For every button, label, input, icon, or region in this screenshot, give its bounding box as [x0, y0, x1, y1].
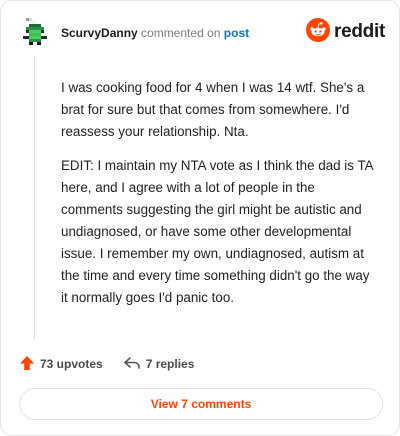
comment-actions: 73 upvotes 7 replies: [19, 353, 194, 375]
replies-button[interactable]: 7 replies: [123, 355, 195, 374]
comment-paragraph-2: EDIT: I maintain my NTA vote as I think …: [61, 158, 373, 305]
byline-action-text: commented on: [141, 26, 221, 40]
reddit-brand-logo[interactable]: reddit: [306, 17, 385, 47]
upvote-button[interactable]: 73 upvotes: [19, 355, 103, 374]
username-link[interactable]: ScurvyDanny: [61, 26, 138, 40]
comment-header: ScurvyDanny commented on post reddit: [19, 15, 385, 55]
replies-count: 7 replies: [145, 357, 195, 371]
reddit-snoo-icon: [306, 17, 331, 47]
comment-paragraph-1: I was cooking food for 4 when I was 14 w…: [61, 80, 365, 139]
comment-byline: ScurvyDanny commented on post: [61, 26, 249, 40]
comment-embed-card: ScurvyDanny commented on post reddit I w…: [0, 0, 400, 436]
reply-arrow-icon: [123, 355, 146, 374]
upvotes-count: 73 upvotes: [40, 357, 103, 371]
thread-line: [34, 57, 35, 340]
brand-wordmark: reddit: [334, 21, 385, 42]
view-comments-button[interactable]: View 7 comments: [19, 388, 383, 420]
upvote-arrow-icon: [19, 355, 40, 374]
comment-body: I was cooking food for 4 when I was 14 w…: [61, 77, 379, 321]
user-avatar[interactable]: [19, 15, 53, 49]
post-link[interactable]: post: [224, 26, 249, 40]
